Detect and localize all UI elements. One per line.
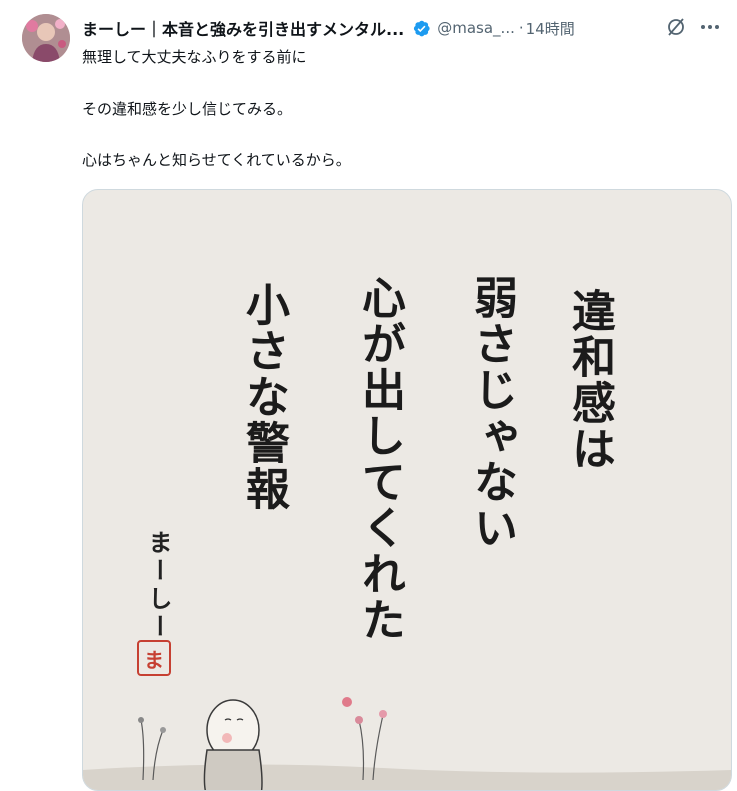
tweet-text-line-2: その違和感を少し信じてみる。 [82, 100, 293, 118]
timestamp[interactable]: 14時間 [526, 18, 575, 39]
avatar[interactable] [22, 14, 70, 62]
separator-dot: · [518, 19, 524, 37]
image-text-column-2: 弱さじゃない [466, 275, 517, 551]
tweet-image[interactable]: 違和感は 弱さじゃない 心が出してくれた 小さな警報 まーしー ま [82, 189, 732, 791]
image-text-column-1: 違和感は [564, 288, 615, 472]
verified-badge-icon [414, 20, 430, 36]
tweet-text-line-1: 無理して大丈夫なふりをする前に [82, 48, 307, 66]
illustration-monk [83, 697, 731, 790]
display-name[interactable]: まーしー｜本音と強みを引き出すメンタル... [82, 16, 404, 40]
image-text-column-4: 小さな警報 [238, 282, 289, 512]
avatar-photo [22, 14, 70, 62]
tweet-text-line-3: 心はちゃんと知らせてくれているから。 [82, 151, 351, 169]
more-options-icon[interactable] [699, 16, 721, 38]
tweet-header: まーしー｜本音と強みを引き出すメンタル... @masa_... · 14時間 [82, 14, 727, 42]
grok-icon[interactable] [665, 16, 687, 38]
image-text-column-3: 心が出してくれた [354, 275, 405, 643]
handle[interactable]: @masa_... [437, 19, 515, 37]
